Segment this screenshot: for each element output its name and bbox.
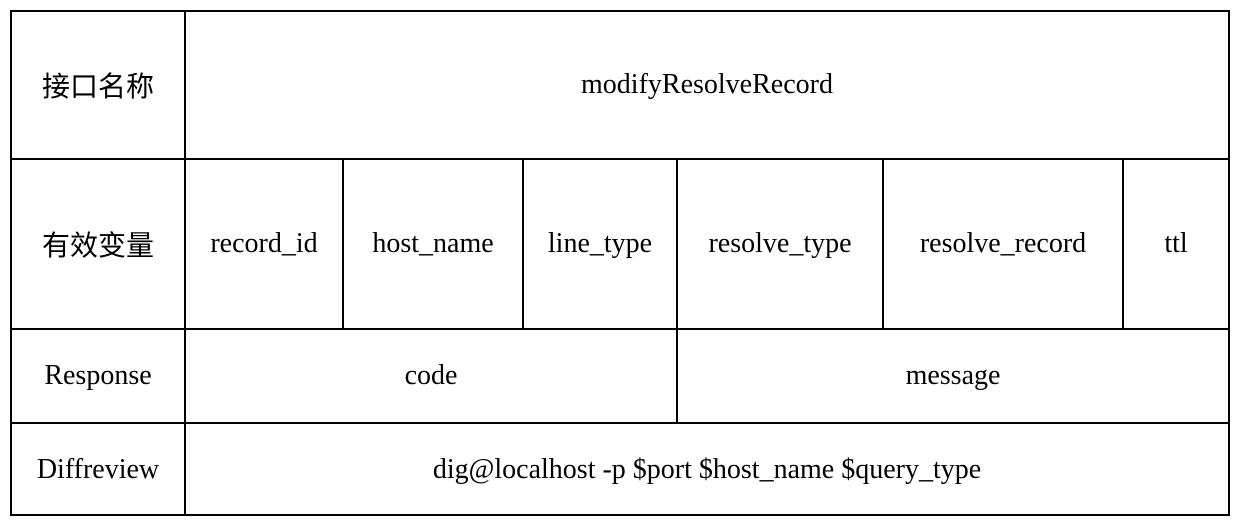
response-message-cell: message [678, 330, 1228, 422]
variable-cell: resolve_record [884, 160, 1124, 328]
diffreview-value: dig@localhost -p $port $host_name $query… [186, 424, 1228, 516]
variable-cell: host_name [344, 160, 524, 328]
variable-cell: resolve_type [678, 160, 884, 328]
variable-cell: record_id [186, 160, 344, 328]
api-spec-table: 接口名称 modifyResolveRecord 有效变量 record_id … [10, 10, 1230, 516]
variable-cell: ttl [1124, 160, 1228, 328]
table-row: 有效变量 record_id host_name line_type resol… [12, 160, 1228, 330]
row-label: 接口名称 [12, 12, 186, 158]
table-row: Response code message [12, 330, 1228, 424]
table-row: Diffreview dig@localhost -p $port $host_… [12, 424, 1228, 516]
variable-cell: line_type [524, 160, 678, 328]
table-row: 接口名称 modifyResolveRecord [12, 12, 1228, 160]
interface-name-value: modifyResolveRecord [186, 12, 1228, 158]
row-label: Response [12, 330, 186, 422]
row-label: 有效变量 [12, 160, 186, 328]
row-label: Diffreview [12, 424, 186, 516]
response-code-cell: code [186, 330, 678, 422]
